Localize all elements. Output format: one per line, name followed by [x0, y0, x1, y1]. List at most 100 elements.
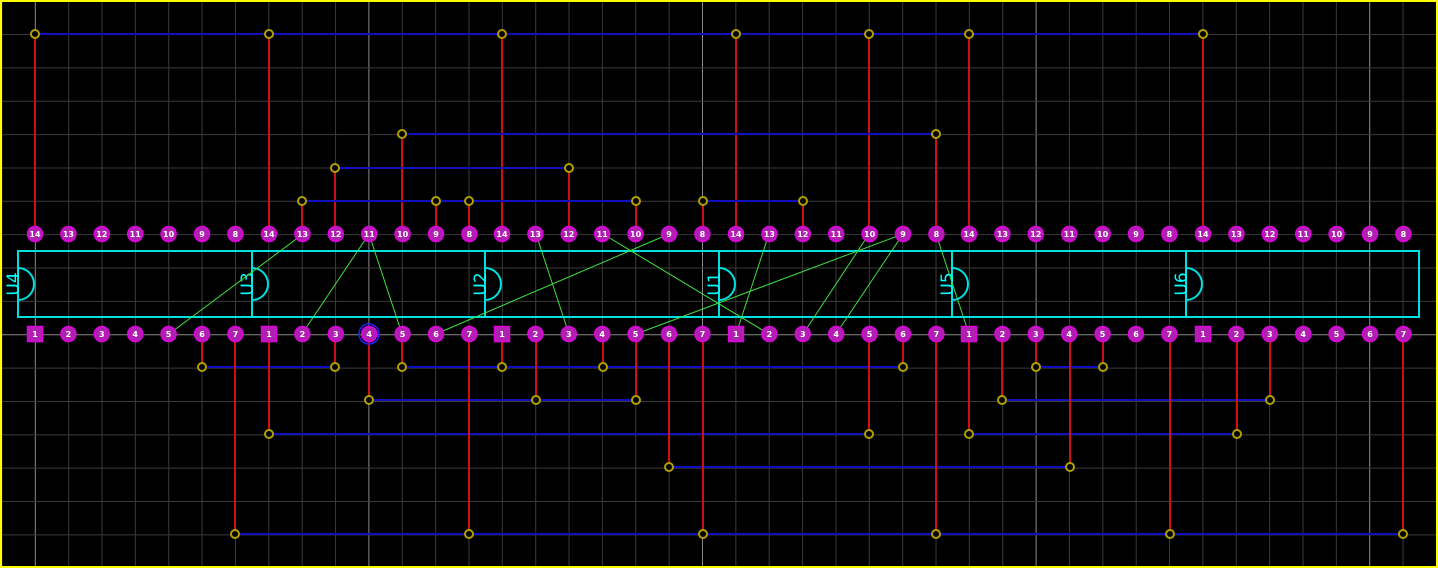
pad-U5-13[interactable]: 13	[994, 225, 1011, 243]
pcb-board[interactable]: U4 U3 U2 U1 U5 U6 14 13 12 11 10 9 8 1 2 3 4 5 6 7 14 13 12 11…	[0, 0, 1438, 568]
pad-U2-8[interactable]: 8	[694, 225, 711, 243]
pad-U6-5[interactable]: 5	[1328, 325, 1345, 343]
pad-U1-2[interactable]: 2	[761, 325, 778, 343]
pad-U1-8[interactable]: 8	[928, 225, 945, 243]
via-icon[interactable]	[330, 163, 340, 173]
via-icon[interactable]	[698, 529, 708, 539]
pad-U2-2[interactable]: 2	[527, 325, 544, 343]
pad-U3-13[interactable]: 13	[294, 225, 311, 243]
via-icon[interactable]	[698, 196, 708, 206]
via-icon[interactable]	[964, 429, 974, 439]
pad-U4-14[interactable]: 14	[26, 225, 44, 243]
via-icon[interactable]	[564, 163, 574, 173]
pad-U3-10[interactable]: 10	[394, 225, 411, 243]
via-icon[interactable]	[931, 129, 941, 139]
via-icon[interactable]	[531, 395, 541, 405]
pad-U6-11[interactable]: 11	[1294, 225, 1312, 243]
pad-U3-2[interactable]: 2	[294, 325, 311, 343]
via-icon[interactable]	[431, 196, 441, 206]
pad-U5-10[interactable]: 10	[1094, 225, 1111, 243]
via-icon[interactable]	[197, 362, 207, 372]
via-icon[interactable]	[1232, 429, 1242, 439]
pad-U2-1[interactable]: 1	[493, 325, 511, 343]
via-icon[interactable]	[1098, 362, 1108, 372]
pad-U3-12[interactable]: 12	[327, 225, 345, 243]
pad-U4-7[interactable]: 7	[227, 325, 244, 343]
pad-U4-2[interactable]: 2	[60, 325, 77, 343]
pad-U2-7[interactable]: 7	[694, 325, 711, 343]
pad-U5-8[interactable]: 8	[1161, 225, 1178, 243]
pad-U4-6[interactable]: 6	[193, 325, 211, 343]
via-icon[interactable]	[30, 29, 40, 39]
pad-U2-3[interactable]: 3	[560, 325, 578, 343]
pad-U5-1[interactable]: 1	[960, 325, 978, 343]
pad-U1-7[interactable]: 7	[928, 325, 945, 343]
pad-U1-1[interactable]: 1	[727, 325, 745, 343]
via-icon[interactable]	[1198, 29, 1208, 39]
pad-U6-1[interactable]: 1	[1194, 325, 1212, 343]
pad-U1-12[interactable]: 12	[794, 225, 812, 243]
pad-U6-7[interactable]: 7	[1395, 325, 1412, 343]
via-icon[interactable]	[664, 462, 674, 472]
pad-U3-3[interactable]: 3	[327, 325, 345, 343]
pad-U2-13[interactable]: 13	[527, 225, 544, 243]
via-icon[interactable]	[631, 196, 641, 206]
pad-U6-10[interactable]: 10	[1328, 225, 1345, 243]
pad-U6-9[interactable]: 9	[1361, 225, 1379, 243]
pad-U1-6[interactable]: 6	[894, 325, 912, 343]
pad-U5-2[interactable]: 2	[994, 325, 1011, 343]
pad-U4-1[interactable]: 1	[26, 325, 44, 343]
via-icon[interactable]	[731, 29, 741, 39]
pad-U4-13[interactable]: 13	[60, 225, 77, 243]
via-icon[interactable]	[964, 29, 974, 39]
pad-U3-7[interactable]: 7	[461, 325, 478, 343]
pad-U3-8[interactable]: 8	[461, 225, 478, 243]
pad-U5-3[interactable]: 3	[1027, 325, 1045, 343]
pad-U4-5[interactable]: 5	[160, 325, 177, 343]
pad-U5-7[interactable]: 7	[1161, 325, 1178, 343]
pad-U5-12[interactable]: 12	[1027, 225, 1045, 243]
via-icon[interactable]	[1265, 395, 1275, 405]
via-icon[interactable]	[631, 395, 641, 405]
via-icon[interactable]	[464, 196, 474, 206]
via-icon[interactable]	[864, 429, 874, 439]
pad-U3-9[interactable]: 9	[427, 225, 445, 243]
via-icon[interactable]	[598, 362, 608, 372]
pad-U5-6[interactable]: 6	[1127, 325, 1145, 343]
via-icon[interactable]	[364, 395, 374, 405]
pad-U4-12[interactable]: 12	[93, 225, 111, 243]
pad-U2-9[interactable]: 9	[660, 225, 678, 243]
via-icon[interactable]	[1398, 529, 1408, 539]
pad-U4-8[interactable]: 8	[227, 225, 244, 243]
pad-U6-4[interactable]: 4	[1294, 325, 1312, 343]
pad-U1-3[interactable]: 3	[794, 325, 812, 343]
pad-U6-3[interactable]: 3	[1261, 325, 1279, 343]
via-icon[interactable]	[397, 129, 407, 139]
pad-U6-2[interactable]: 2	[1228, 325, 1245, 343]
pad-U1-11[interactable]: 11	[827, 225, 845, 243]
via-icon[interactable]	[798, 196, 808, 206]
pad-U6-6[interactable]: 6	[1361, 325, 1379, 343]
pad-U3-11[interactable]: 11	[360, 225, 378, 243]
via-icon[interactable]	[931, 529, 941, 539]
via-icon[interactable]	[1165, 529, 1175, 539]
pad-U1-14[interactable]: 14	[727, 225, 745, 243]
pad-U4-11[interactable]: 11	[126, 225, 144, 243]
via-icon[interactable]	[898, 362, 908, 372]
pad-U1-10[interactable]: 10	[861, 225, 878, 243]
via-icon[interactable]	[397, 362, 407, 372]
via-icon[interactable]	[497, 29, 507, 39]
pad-U6-13[interactable]: 13	[1228, 225, 1245, 243]
via-icon[interactable]	[230, 529, 240, 539]
via-icon[interactable]	[464, 529, 474, 539]
pad-U4-10[interactable]: 10	[160, 225, 177, 243]
pad-U2-14[interactable]: 14	[493, 225, 511, 243]
pad-U4-3[interactable]: 3	[93, 325, 111, 343]
via-icon[interactable]	[1065, 462, 1075, 472]
pad-U1-4[interactable]: 4	[827, 325, 845, 343]
pad-U3-4[interactable]: 4	[360, 325, 378, 343]
pad-U3-5[interactable]: 5	[394, 325, 411, 343]
pad-U6-12[interactable]: 12	[1261, 225, 1279, 243]
pad-U6-14[interactable]: 14	[1194, 225, 1212, 243]
pad-U5-5[interactable]: 5	[1094, 325, 1111, 343]
